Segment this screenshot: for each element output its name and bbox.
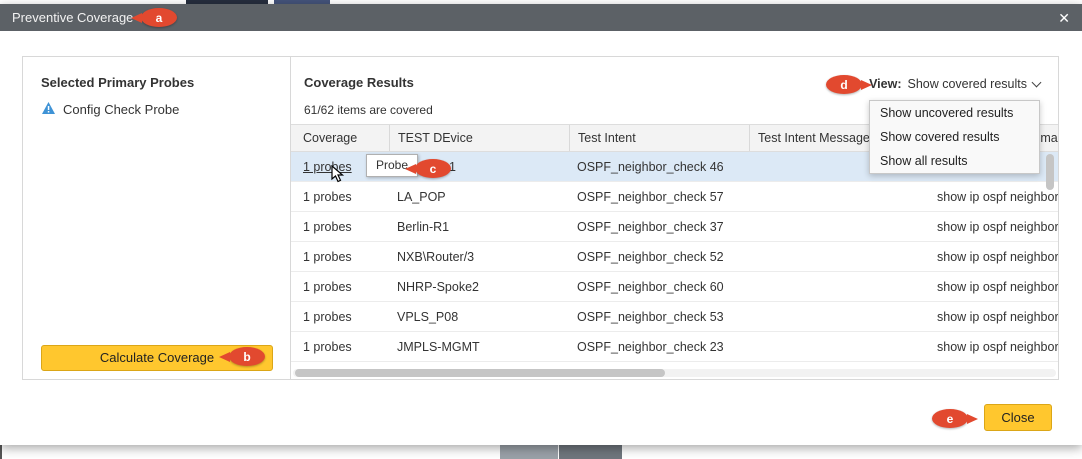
background-fragment [559,445,622,459]
test-intent-cell: OSPF_neighbor_check 53 [569,310,749,324]
coverage-cell[interactable]: 1 probes [291,310,389,324]
coverage-cell[interactable]: 1 probes [291,250,389,264]
test-intent-cell: OSPF_neighbor_check 37 [569,220,749,234]
table-row[interactable]: 1 probes NHRP-Spoke2 OSPF_neighbor_check… [291,272,1058,302]
dropdown-option[interactable]: Show uncovered results [870,101,1039,125]
annotation-bubble-d: d [826,75,862,94]
coverage-cell[interactable]: 1 probes [291,340,389,354]
background-fragment [500,445,558,459]
test-intent-cell: OSPF_neighbor_check 52 [569,250,749,264]
view-label: View: [869,77,901,91]
table-body: 1 probes 1 OSPF_neighbor_check 46 1 prob… [291,152,1058,362]
dropdown-option[interactable]: Show covered results [870,125,1039,149]
coverage-results-heading: Coverage Results [304,75,414,90]
selected-probes-heading: Selected Primary Probes [41,75,194,90]
coverage-cell[interactable]: 1 probes [291,280,389,294]
command-cell: show ip ospf neighbor [929,190,1058,204]
probe-label: Config Check Probe [63,102,179,117]
vertical-scrollbar-thumb[interactable] [1046,154,1054,190]
dropdown-option[interactable]: Show all results [870,149,1039,173]
dialog-title: Preventive Coverage [12,10,133,25]
command-cell: show ip ospf neighbor [929,340,1058,354]
column-header-coverage[interactable]: Coverage [291,125,389,151]
device-cell: NHRP-Spoke2 [389,280,569,294]
test-intent-cell: OSPF_neighbor_check 60 [569,280,749,294]
test-intent-cell: OSPF_neighbor_check 23 [569,340,749,354]
horizontal-scrollbar-thumb[interactable] [295,369,665,377]
probe-icon [41,101,56,118]
probe-list-item[interactable]: Config Check Probe [41,101,179,118]
mouse-cursor-icon [331,165,345,188]
table-row[interactable]: 1 probes Berlin-R1 OSPF_neighbor_check 3… [291,212,1058,242]
test-intent-cell: OSPF_neighbor_check 46 [569,160,749,174]
command-cell: show ip ospf neighbor [929,220,1058,234]
table-row[interactable]: 1 probes LA_POP OSPF_neighbor_check 57 s… [291,182,1058,212]
coverage-summary: 61/62 items are covered [304,103,433,117]
close-icon[interactable]: ✕ [1058,11,1070,25]
device-cell: VPLS_P08 [389,310,569,324]
annotation-bubble-a: a [141,8,177,27]
view-dropdown-menu: Show uncovered resultsShow covered resul… [869,100,1040,174]
column-header-device[interactable]: TEST DEvice [389,125,569,151]
test-intent-cell: OSPF_neighbor_check 57 [569,190,749,204]
view-dropdown[interactable]: View: Show covered results [869,77,1040,91]
table-row[interactable]: 1 probes JMPLS-MGMT OSPF_neighbor_check … [291,332,1058,362]
table-row[interactable]: 1 probes NXB\Router/3 OSPF_neighbor_chec… [291,242,1058,272]
chevron-down-icon [1032,77,1042,87]
command-cell: show ip ospf neighbor [929,310,1058,324]
coverage-cell[interactable]: 1 probes [291,190,389,204]
annotation-bubble-b: b [229,347,265,366]
coverage-cell[interactable]: 1 probes [291,220,389,234]
command-cell: show ip ospf neighbor [929,280,1058,294]
annotation-bubble-c: c [415,159,451,178]
selected-probes-panel: Selected Primary Probes Config Check Pro… [23,57,291,379]
table-row[interactable]: 1 probes VPLS_P08 OSPF_neighbor_check 53… [291,302,1058,332]
device-cell: JMPLS-MGMT [389,340,569,354]
device-cell: NXB\Router/3 [389,250,569,264]
preventive-coverage-dialog: Preventive Coverage ✕ Selected Primary P… [0,4,1082,445]
device-cell: Berlin-R1 [389,220,569,234]
annotation-bubble-e: e [932,409,968,428]
horizontal-scrollbar[interactable] [293,369,1056,377]
view-selected-value: Show covered results [907,77,1027,91]
column-header-test-intent[interactable]: Test Intent [569,125,749,151]
close-button[interactable]: Close [984,404,1052,431]
background-fragment [0,445,2,459]
device-cell: LA_POP [389,190,569,204]
command-cell: show ip ospf neighbor [929,250,1058,264]
